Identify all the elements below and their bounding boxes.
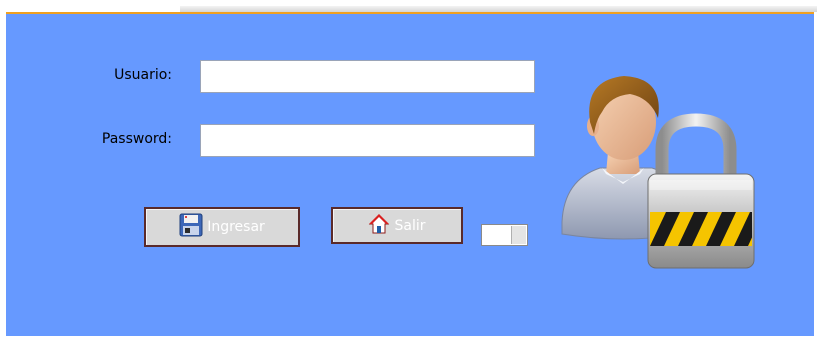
ingresar-label: Ingresar (207, 219, 265, 235)
floppy-disk-icon (179, 213, 203, 241)
salir-label: Salir (394, 217, 426, 234)
password-input[interactable] (200, 124, 535, 157)
small-toggle[interactable] (481, 224, 528, 246)
user-input[interactable] (200, 60, 535, 93)
salir-button[interactable]: Salir (331, 207, 463, 244)
home-icon (368, 213, 390, 239)
login-panel: Usuario: Password: Ingresar Salir (6, 12, 814, 336)
ingresar-button[interactable]: Ingresar (144, 207, 300, 247)
window-top-strip (0, 0, 817, 12)
user-label: Usuario: (114, 67, 172, 83)
password-label: Password: (101, 131, 172, 147)
small-toggle-thumb (511, 226, 526, 244)
user-lock-icon (554, 62, 756, 274)
